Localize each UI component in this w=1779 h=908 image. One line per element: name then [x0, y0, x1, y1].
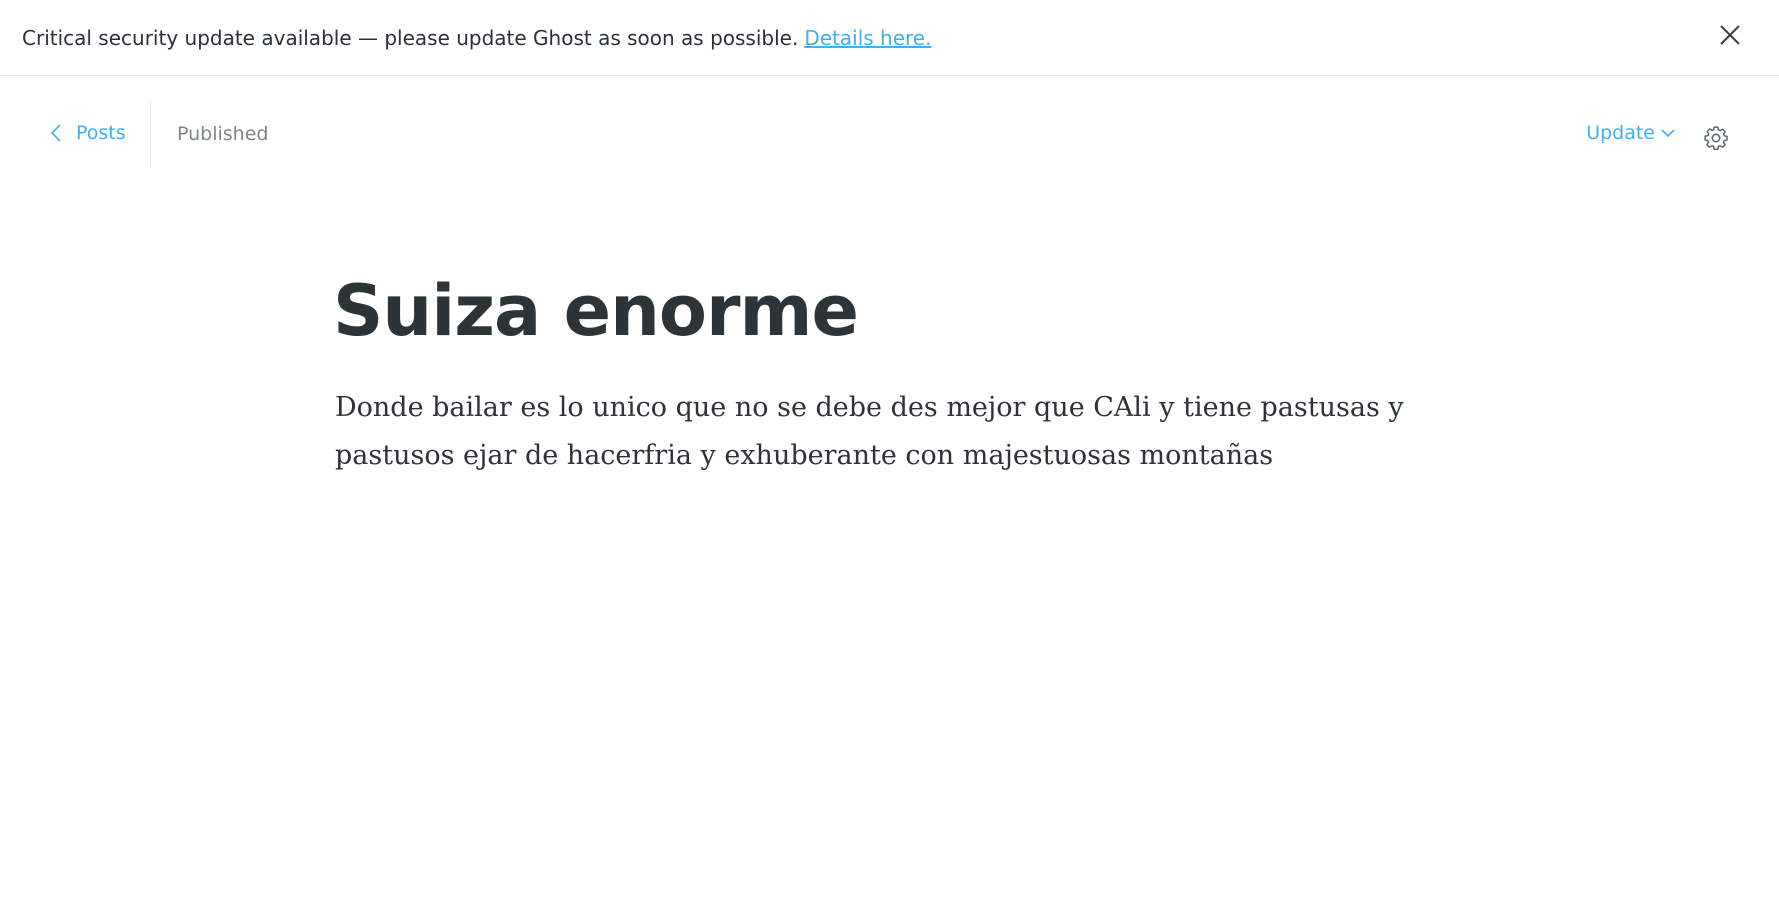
- close-icon[interactable]: [1717, 22, 1743, 48]
- post-status: Published: [177, 123, 269, 145]
- update-button-label: Update: [1586, 122, 1655, 144]
- banner-details-link[interactable]: Details here.: [804, 26, 931, 50]
- security-update-banner: Critical security update available — ple…: [0, 0, 1779, 76]
- header-divider: [150, 100, 151, 166]
- chevron-down-icon: [1661, 129, 1675, 138]
- update-button[interactable]: Update: [1586, 122, 1675, 144]
- back-to-posts-link[interactable]: Posts: [50, 122, 126, 144]
- back-link-label: Posts: [76, 122, 126, 144]
- banner-message: Critical security update available — ple…: [22, 25, 799, 50]
- post-title[interactable]: Suiza enorme: [333, 270, 859, 352]
- editor-header: Posts Published Update: [0, 100, 1779, 166]
- gear-icon[interactable]: [1703, 125, 1729, 151]
- chevron-left-icon: [50, 124, 61, 142]
- post-body[interactable]: Donde bailar es lo unico que no se debe …: [335, 384, 1415, 480]
